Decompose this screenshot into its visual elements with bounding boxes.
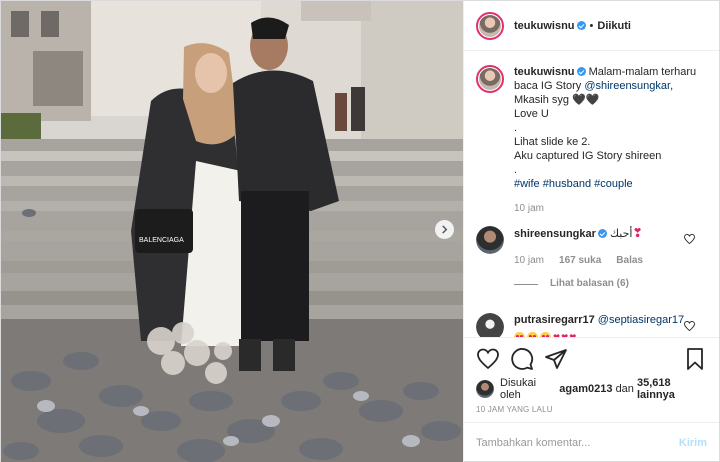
post-header: teukuwisnu • Diikuti: [464, 1, 719, 51]
verified-icon: [597, 229, 607, 238]
heart-eyes-icon: [527, 332, 538, 337]
caption-line: Love U: [514, 108, 549, 120]
comment-input[interactable]: [476, 437, 679, 449]
comment-body: أحبك: [609, 228, 633, 240]
commenter-username[interactable]: putrasiregarr17: [514, 314, 595, 326]
likes-summary: Disukai oleh agam0213 dan 35,618 lainnya: [464, 377, 719, 401]
comment-composer: Kirim: [464, 422, 719, 462]
comment-icon[interactable]: [510, 347, 534, 371]
liker-username[interactable]: agam0213: [559, 383, 612, 395]
verified-icon: [576, 67, 586, 76]
separator-dot: •: [589, 19, 594, 32]
caption-avatar[interactable]: [476, 65, 504, 93]
share-icon[interactable]: [544, 347, 568, 371]
likes-prefix: Disukai oleh: [500, 377, 537, 401]
like-comment-heart-icon[interactable]: [684, 234, 695, 244]
comment-time[interactable]: 10 jam: [514, 254, 544, 268]
comment: putrasiregarr17 @septiasiregar17 ♥♥♥: [476, 313, 707, 337]
caption-line: Aku captured IG Story shireen: [514, 150, 662, 162]
caption-meta: 10 jam: [514, 202, 696, 216]
caption-line: .: [514, 164, 518, 176]
comment: shireensungkar أحبك❣ 10 jam 167 suka Bal…: [476, 226, 707, 291]
post-date[interactable]: 10 JAM YANG LALU: [464, 399, 719, 422]
follow-button[interactable]: Diikuti: [597, 20, 631, 32]
caption-time[interactable]: 10 jam: [514, 202, 544, 216]
comment-text: shireensungkar أحبك❣ 10 jam 167 suka Bal…: [514, 226, 644, 291]
heart-icon[interactable]: [476, 347, 500, 371]
view-replies[interactable]: Lihat balasan (6): [514, 277, 644, 291]
bookmark-icon[interactable]: [683, 347, 707, 371]
caption-mention[interactable]: @shireensungkar: [584, 80, 670, 92]
heart-eyes-icon: [540, 332, 551, 337]
comment-likes[interactable]: 167 suka: [559, 254, 601, 268]
photo-scene: BALENCIAGA: [1, 1, 463, 462]
comment-mention[interactable]: @septiasiregar17: [598, 314, 684, 326]
view-replies-label: Lihat balasan (6): [550, 278, 629, 289]
caption: teukuwisnu Malam-malam terharu baca IG S…: [476, 65, 707, 216]
commenter-avatar[interactable]: [476, 226, 504, 254]
likes-others[interactable]: 35,618 lainnya: [637, 377, 707, 401]
like-comment-heart-icon[interactable]: [684, 321, 695, 331]
chevron-right-icon: [442, 225, 448, 234]
svg-text:BALENCIAGA: BALENCIAGA: [139, 237, 184, 244]
liker-avatar[interactable]: [476, 380, 494, 398]
reply-button[interactable]: Balas: [616, 254, 643, 268]
commenter-username[interactable]: shireensungkar: [514, 228, 596, 240]
red-heart-icon: ♥: [569, 330, 577, 337]
red-heart-icon: ♥: [553, 330, 561, 337]
comment-emojis: ♥♥♥: [514, 330, 684, 337]
comment-text: putrasiregarr17 @septiasiregar17 ♥♥♥: [514, 313, 684, 337]
author-username[interactable]: teukuwisnu: [514, 20, 575, 32]
caption-line: .: [514, 122, 518, 134]
post-actions: [464, 337, 719, 379]
caption-line: baca IG Story: [514, 80, 585, 92]
red-heart-icon: ❣: [632, 226, 643, 240]
commenter-avatar[interactable]: [476, 313, 504, 337]
post-dialog: BALENCIAGA teukuwisnu • Diikuti teukuwis…: [0, 0, 720, 462]
post-side-panel: teukuwisnu • Diikuti teukuwisnu Malam-ma…: [463, 1, 719, 462]
next-slide-button[interactable]: [435, 220, 454, 239]
caption-line: Mkasih syg 🖤🖤: [514, 94, 600, 106]
caption-hashtags[interactable]: #wife #husband #couple: [514, 177, 696, 191]
heart-eyes-icon: [514, 332, 525, 337]
verified-icon: [576, 21, 586, 30]
caption-line: Lihat slide ke 2.: [514, 136, 591, 148]
send-button[interactable]: Kirim: [679, 437, 707, 449]
comment-meta: 10 jam 167 suka Balas: [514, 254, 644, 268]
post-photo[interactable]: BALENCIAGA: [1, 1, 463, 462]
caption-author[interactable]: teukuwisnu: [514, 66, 575, 78]
red-heart-icon: ♥: [561, 330, 569, 337]
caption-text: teukuwisnu Malam-malam terharu baca IG S…: [514, 66, 697, 216]
replies-divider: [514, 283, 538, 285]
author-avatar[interactable]: [476, 11, 504, 40]
caption-line: Malam-malam terharu: [588, 66, 697, 78]
likes-connector: dan: [615, 383, 634, 395]
comments-list[interactable]: teukuwisnu Malam-malam terharu baca IG S…: [464, 51, 719, 337]
author-info: teukuwisnu • Diikuti: [514, 20, 631, 32]
